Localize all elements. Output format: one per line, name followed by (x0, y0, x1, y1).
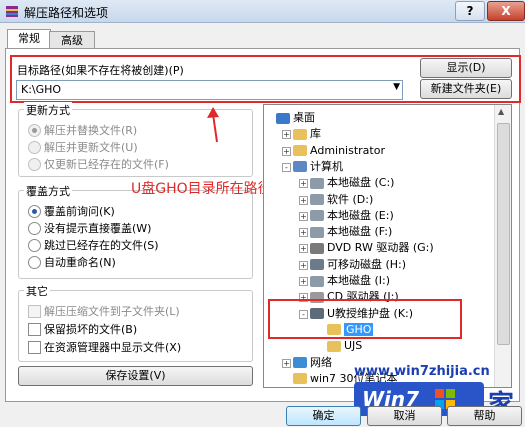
tree-expander-icon[interactable]: + (299, 260, 308, 270)
cancel-button[interactable]: 取消 (367, 406, 442, 426)
misc-title: 其它 (24, 283, 50, 299)
tree-item[interactable]: UJS (327, 338, 362, 354)
radio-label: 仅更新已经存在的文件(F) (44, 158, 169, 171)
close-button[interactable]: X (487, 1, 525, 21)
folder-tree[interactable]: 桌面 + 库 + Administrator - 计算机 + 本地磁盘 (C:) + 软件 (D:)… (263, 104, 512, 388)
tab-general[interactable]: 常规 (7, 29, 51, 50)
radio-ask-before-overwrite[interactable] (28, 205, 41, 218)
tree-item[interactable]: Administrator (293, 143, 385, 159)
checkbox-label: 保留损坏的文件(B) (44, 323, 138, 336)
save-settings-button[interactable]: 保存设置(V) (18, 366, 253, 386)
drive-icon (310, 275, 324, 287)
radio-label: 自动重命名(N) (44, 256, 116, 269)
tree-expander-icon[interactable]: + (299, 179, 308, 189)
tree-item[interactable]: 可移动磁盘 (H:) (310, 257, 406, 273)
highlight-box-path (10, 55, 521, 103)
watermark-url: www.win7zhijia.cn (354, 364, 490, 379)
drive-icon (310, 210, 324, 222)
tree-expander-icon[interactable]: + (299, 244, 308, 254)
tree-expander-icon[interactable]: + (299, 195, 308, 205)
tree-item-label: 库 (310, 127, 321, 141)
checkbox-show-in-explorer[interactable] (28, 341, 41, 354)
tree-expander-icon[interactable]: + (282, 146, 291, 156)
tree-expander-icon[interactable]: + (282, 358, 291, 368)
removable-drive-icon (310, 259, 324, 271)
tree-item-label: 本地磁盘 (F:) (327, 225, 393, 239)
radio-auto-rename[interactable] (28, 256, 41, 269)
tree-expander-icon[interactable]: - (282, 162, 291, 172)
tree-item-label: 本地磁盘 (C:) (327, 176, 395, 190)
tree-item[interactable]: 本地磁盘 (E:) (310, 208, 394, 224)
checkbox-extract-to-subfolder[interactable] (28, 305, 41, 318)
tree-scrollbar[interactable]: ▲ (494, 105, 511, 387)
ok-button[interactable]: 确定 (286, 406, 361, 426)
user-folder-icon (293, 145, 307, 157)
tree-item-label: 软件 (D:) (327, 192, 374, 206)
title-bar: 解压路径和选项 ? X (0, 0, 525, 23)
drive-icon (310, 177, 324, 189)
tree-item-label: 计算机 (310, 159, 343, 173)
tree-item[interactable]: 库 (293, 126, 321, 142)
window-title: 解压路径和选项 (24, 6, 109, 20)
annotation-arrow-icon (207, 107, 219, 143)
help-button[interactable]: 帮助 (447, 406, 522, 426)
radio-update-existing[interactable] (28, 158, 41, 171)
tree-item-label: 桌面 (293, 111, 315, 124)
tab-advanced[interactable]: 高级 (49, 31, 95, 49)
tree-item-label: 本地磁盘 (I:) (327, 274, 391, 287)
scrollbar-thumb[interactable] (497, 123, 510, 345)
radio-label: 覆盖前询问(K) (44, 205, 115, 218)
tree-item[interactable]: 网络 (293, 355, 332, 371)
folder-icon (293, 373, 307, 385)
radio-label: 解压并更新文件(U) (44, 141, 138, 154)
drive-icon (310, 226, 324, 238)
highlight-box-gho (268, 299, 462, 339)
tree-item-label: Administrator (310, 143, 385, 157)
radio-overwrite-without-prompt[interactable] (28, 222, 41, 235)
tree-expander-icon[interactable]: + (282, 130, 291, 140)
tree-item-label: 可移动磁盘 (H:) (327, 257, 407, 271)
checkbox-label: 解压压缩文件到子文件夹(L) (44, 305, 180, 318)
radio-skip-existing[interactable] (28, 239, 41, 252)
folder-icon (293, 128, 307, 140)
tree-item-label: UJS (344, 339, 363, 353)
radio-extract-replace[interactable] (28, 124, 41, 137)
drive-icon (310, 194, 324, 205)
help-title-button[interactable]: ? (455, 1, 485, 21)
winrar-icon (6, 6, 18, 17)
radio-extract-update[interactable] (28, 141, 41, 154)
radio-label: 跳过已经存在的文件(S) (44, 239, 159, 252)
tree-expander-icon[interactable]: + (299, 228, 308, 238)
annotation-text: U盘GHO目录所在路径 (131, 181, 272, 197)
tree-item[interactable]: 计算机 (293, 159, 343, 175)
radio-label: 没有提示直接覆盖(W) (44, 222, 152, 235)
tree-expander-icon[interactable]: + (299, 211, 308, 221)
overwrite-mode-title: 覆盖方式 (24, 183, 72, 199)
tree-item-label: DVD RW 驱动器 (G:) (327, 241, 434, 255)
tree-item[interactable]: 本地磁盘 (C:) (310, 175, 394, 191)
update-mode-title: 更新方式 (24, 102, 72, 118)
tree-item[interactable]: 本地磁盘 (I:) (310, 273, 390, 289)
tree-item[interactable]: DVD RW 驱动器 (G:) (310, 240, 434, 256)
tree-expander-icon[interactable]: + (299, 277, 308, 286)
tree-item[interactable]: 桌面 (276, 110, 315, 126)
network-icon (293, 357, 307, 368)
tree-item-label: 网络 (310, 355, 332, 369)
checkbox-keep-broken-files[interactable] (28, 323, 41, 336)
scroll-up-icon[interactable]: ▲ (498, 107, 504, 116)
radio-label: 解压并替换文件(R) (44, 124, 138, 137)
folder-icon (327, 340, 341, 352)
tree-item[interactable]: 软件 (D:) (310, 192, 373, 208)
checkbox-label: 在资源管理器中显示文件(X) (44, 341, 182, 354)
desktop-icon (276, 112, 290, 124)
tree-item-label: 本地磁盘 (E:) (327, 208, 394, 222)
computer-icon (293, 161, 307, 173)
dvd-drive-icon (310, 242, 324, 254)
tree-item[interactable]: 本地磁盘 (F:) (310, 224, 392, 240)
